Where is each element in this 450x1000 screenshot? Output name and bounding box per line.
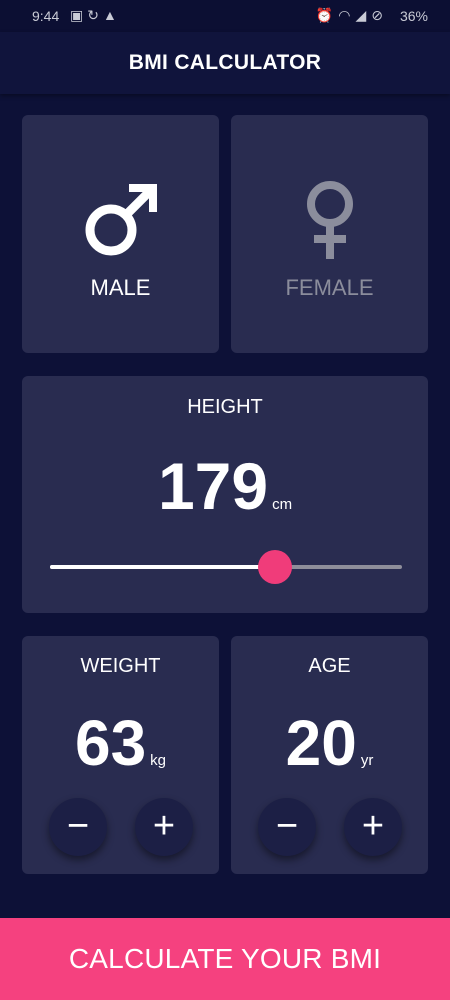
- male-label: MALE: [90, 275, 151, 300]
- height-label: HEIGHT: [187, 396, 263, 418]
- age-value-row: 20 yr: [231, 706, 428, 780]
- height-value-row: 179 cm: [22, 448, 428, 524]
- status-left-icons: ▣↻▲: [70, 7, 121, 24]
- age-unit: yr: [360, 752, 374, 769]
- alarm-icon: ⏰: [315, 7, 339, 23]
- height-slider-active-track: [50, 565, 276, 569]
- age-decrement-button[interactable]: −: [258, 798, 316, 856]
- male-icon: [81, 180, 161, 265]
- height-slider[interactable]: [50, 550, 402, 584]
- weight-value: 63: [74, 707, 147, 779]
- app-bar: BMI CALCULATOR: [0, 32, 450, 94]
- age-label: AGE: [308, 655, 351, 677]
- weight-value-row: 63 kg: [22, 706, 219, 780]
- female-icon: [300, 180, 360, 267]
- male-card[interactable]: MALE: [22, 115, 219, 353]
- page-title: BMI CALCULATOR: [128, 51, 322, 74]
- height-unit: cm: [272, 496, 293, 513]
- height-slider-thumb[interactable]: [258, 550, 293, 584]
- block-icon: ⊘: [371, 7, 388, 23]
- age-card: AGE 20 yr − +: [231, 636, 428, 874]
- female-label: FEMALE: [285, 275, 374, 300]
- weight-decrement-button[interactable]: −: [49, 798, 107, 856]
- warning-icon: ▲: [102, 7, 121, 23]
- height-card: HEIGHT 179 cm: [22, 376, 428, 613]
- signal-icon: ◢: [355, 7, 372, 23]
- wifi-icon: ◠: [338, 7, 356, 23]
- weight-increment-button[interactable]: +: [135, 798, 193, 856]
- height-value: 179: [157, 449, 269, 523]
- weight-label: WEIGHT: [80, 655, 161, 677]
- weight-card: WEIGHT 63 kg − +: [22, 636, 219, 874]
- battery-level: 36%: [399, 8, 428, 24]
- status-time: 9:44: [32, 8, 60, 24]
- status-right-icons: ⏰◠◢⊘: [316, 7, 388, 24]
- status-bar: 9:44 ▣↻▲ ⏰◠◢⊘ 36%: [0, 0, 450, 32]
- female-card[interactable]: FEMALE: [231, 115, 428, 353]
- calculate-button-label: CALCULATE YOUR BMI: [68, 943, 382, 974]
- sync-icon: ↻: [87, 7, 103, 23]
- calculate-button[interactable]: CALCULATE YOUR BMI: [0, 918, 450, 1000]
- weight-unit: kg: [150, 752, 167, 769]
- age-increment-button[interactable]: +: [344, 798, 402, 856]
- image-icon: ▣: [70, 7, 88, 23]
- age-value: 20: [285, 707, 357, 779]
